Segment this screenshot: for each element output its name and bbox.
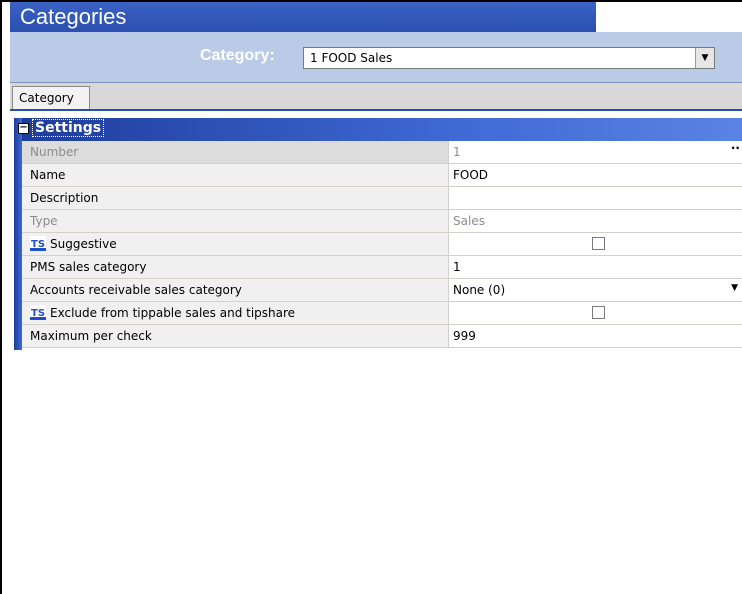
tab-category[interactable]: Category: [12, 86, 90, 109]
row-number[interactable]: Number 1 ··: [22, 141, 742, 164]
row-label-cell: Description: [22, 187, 449, 209]
title-bar-blank: [596, 2, 742, 32]
row-label-cell: Accounts receivable sales category: [22, 279, 449, 301]
row-label-cell: PMS sales category: [22, 256, 449, 278]
row-exclude-tippable[interactable]: TS Exclude from tippable sales and tipsh…: [22, 302, 742, 325]
row-ar-label: Accounts receivable sales category: [30, 283, 242, 297]
row-type[interactable]: Type Sales: [22, 210, 742, 233]
row-pms-label: PMS sales category: [30, 260, 147, 274]
row-description-label: Description: [30, 191, 99, 205]
row-name[interactable]: Name FOOD: [22, 164, 742, 187]
category-select[interactable]: 1 FOOD Sales ▼: [303, 47, 715, 69]
row-ar-value[interactable]: None (0): [453, 283, 505, 297]
row-pms-value[interactable]: 1: [453, 260, 461, 274]
row-max-label: Maximum per check: [30, 329, 152, 343]
row-name-label: Name: [30, 168, 66, 182]
chevron-down-icon[interactable]: ▼: [731, 283, 738, 293]
row-accounts-receivable[interactable]: Accounts receivable sales category None …: [22, 279, 742, 302]
section-settings-label: Settings: [32, 119, 105, 137]
category-selected-value: 1 FOOD Sales: [310, 51, 393, 65]
tab-strip: Category: [10, 83, 742, 111]
exclude-tippable-checkbox[interactable]: [592, 306, 605, 319]
row-name-value[interactable]: FOOD: [453, 168, 488, 182]
category-bar: Category: 1 FOOD Sales ▼: [10, 32, 742, 83]
suggestive-checkbox[interactable]: [592, 237, 605, 250]
grid-left-bar: [14, 118, 22, 350]
row-type-value: Sales: [453, 214, 485, 228]
row-description[interactable]: Description: [22, 187, 742, 210]
row-label-cell: Type: [22, 210, 449, 232]
ts-icon: TS: [30, 236, 46, 251]
tab-category-label: Category: [19, 91, 74, 105]
row-maximum-per-check[interactable]: Maximum per check 999: [22, 325, 742, 348]
row-type-label: Type: [30, 214, 58, 228]
row-number-value: 1: [453, 145, 461, 159]
property-grid: − Settings Number 1 ·· Name FOOD Descrip…: [18, 118, 742, 348]
row-suggestive-label: Suggestive: [50, 237, 117, 251]
title-bar: Categories: [10, 2, 596, 32]
row-label-cell: TS Exclude from tippable sales and tipsh…: [22, 302, 449, 324]
window-title: Categories: [20, 4, 127, 29]
row-label-cell: Maximum per check: [22, 325, 449, 347]
collapse-icon[interactable]: −: [18, 123, 29, 134]
row-number-label: Number: [30, 145, 79, 159]
row-label-cell: TS Suggestive: [22, 233, 449, 255]
row-label-cell: Name: [22, 164, 449, 186]
row-max-value[interactable]: 999: [453, 329, 476, 343]
ellipsis-button[interactable]: ··: [731, 141, 740, 155]
category-label: Category:: [200, 47, 275, 64]
row-label-cell: Number: [22, 141, 449, 163]
chevron-down-icon[interactable]: ▼: [695, 48, 714, 68]
row-suggestive[interactable]: TS Suggestive: [22, 233, 742, 256]
ts-icon: TS: [30, 305, 46, 320]
section-settings[interactable]: − Settings: [18, 118, 742, 141]
row-pms-sales-category[interactable]: PMS sales category 1: [22, 256, 742, 279]
row-exclude-label: Exclude from tippable sales and tipshare: [50, 306, 296, 320]
